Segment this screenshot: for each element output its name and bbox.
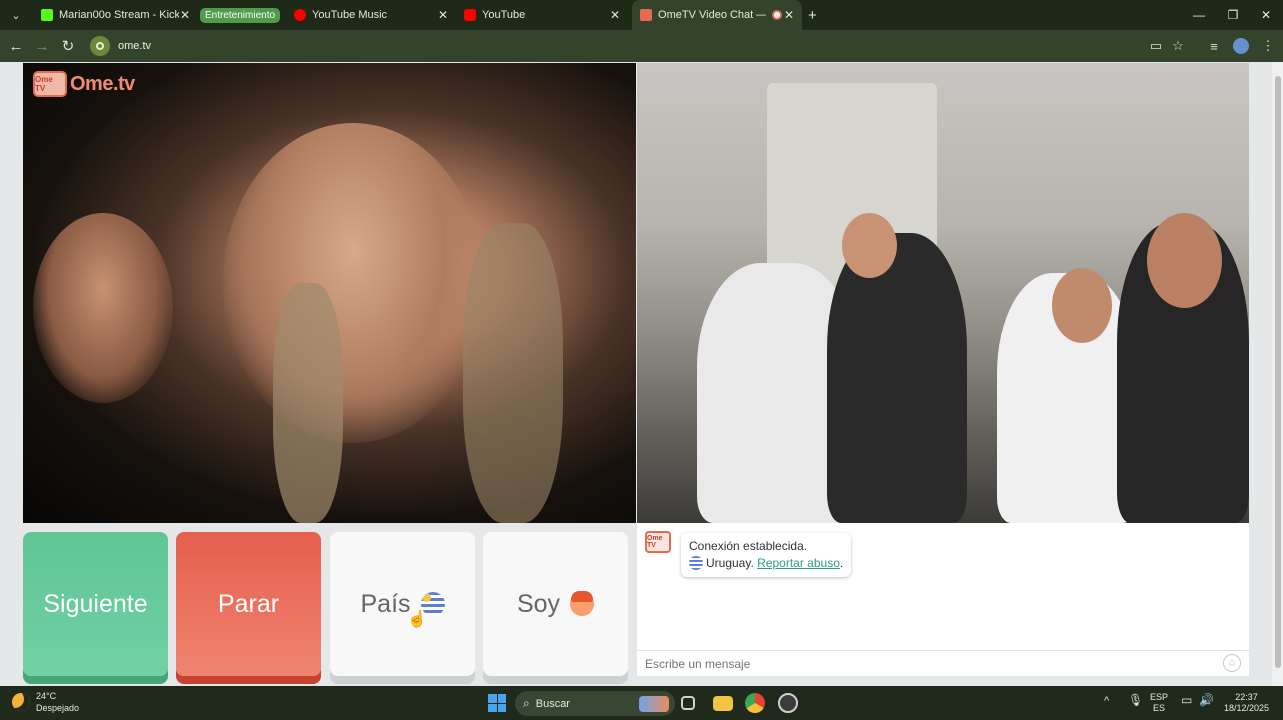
search-highlight-icon: [639, 695, 669, 712]
lang-top: ESP: [1150, 692, 1169, 702]
minimize-button[interactable]: —: [1182, 0, 1216, 30]
cast-icon[interactable]: ▭: [1146, 36, 1166, 56]
person-silhouette: [33, 213, 173, 403]
remote-video: Ome TV Ome.tv: [23, 63, 636, 523]
profile-avatar[interactable]: [1231, 36, 1251, 56]
uruguay-flag-icon: [689, 556, 703, 570]
person-silhouette: [827, 233, 967, 523]
search-label: Buscar: [535, 697, 570, 710]
country-label: País: [360, 589, 411, 618]
emoji-icon[interactable]: ☺: [1223, 654, 1241, 672]
weather-desc: Despejado: [36, 703, 80, 713]
kick-icon: [41, 9, 53, 21]
reload-button[interactable]: ↻: [55, 33, 81, 59]
scroll-thumb[interactable]: [1275, 76, 1281, 668]
message-input[interactable]: [637, 650, 1249, 676]
weather-text: 24°C Despejado: [36, 690, 79, 714]
country-line: Uruguay. Reportar abuso.: [689, 555, 843, 572]
clock-time: 22:37: [1235, 692, 1258, 702]
person-silhouette: [223, 123, 483, 443]
next-button[interactable]: Siguiente: [23, 532, 168, 676]
close-tab-icon[interactable]: ✕: [610, 8, 620, 22]
ometv-icon: [640, 9, 653, 21]
file-explorer-icon[interactable]: [713, 696, 733, 711]
search-icon: ⌕: [523, 696, 530, 710]
volume-icon[interactable]: 🔊: [1199, 694, 1214, 706]
show-hidden-icons-chevron-icon[interactable]: ^: [1104, 696, 1109, 707]
hair-shape: [273, 283, 343, 523]
logo-text: Ome.tv: [70, 72, 135, 95]
tab-label: Marian00o Stream - Kick Dashb: [59, 9, 179, 21]
tab-youtube[interactable]: YouTube ✕: [456, 0, 628, 30]
moon-icon: [12, 693, 30, 711]
youtube-icon: [464, 9, 477, 21]
clock[interactable]: 22:37 18/12/2025: [1224, 692, 1269, 714]
youtube-music-icon: [294, 9, 307, 21]
lang-bottom: ES: [1153, 703, 1166, 713]
tab-label: YouTube Music: [312, 9, 388, 21]
tab-group-entretenimiento[interactable]: Entretenimiento: [200, 7, 281, 23]
tab-label: OmeTV Video Chat — Ome: [658, 9, 766, 21]
media-controls-icon[interactable]: ≡: [1204, 36, 1224, 56]
hair-shape: [463, 223, 563, 523]
chat-panel: Ome TV Conexión establecida. Uruguay. Re…: [637, 523, 1249, 676]
recording-icon: [772, 10, 783, 20]
url-text: ome.tv: [118, 40, 152, 52]
menu-dots-icon[interactable]: ⋮: [1258, 36, 1278, 56]
gender-label: Soy: [516, 589, 561, 618]
face-shape: [1147, 213, 1222, 308]
system-message: Conexión establecida. Uruguay. Reportar …: [681, 533, 852, 577]
connection-status: Conexión establecida.: [689, 539, 808, 553]
back-button[interactable]: ←: [3, 33, 29, 59]
bookmark-star-icon[interactable]: ☆: [1168, 36, 1188, 56]
ometv-tv-icon: Ome TV: [33, 71, 67, 97]
weather-temp: 24°C: [36, 691, 57, 701]
close-tab-icon[interactable]: ✕: [784, 8, 794, 22]
ometv-logo[interactable]: Ome TV Ome.tv: [33, 71, 135, 97]
country-button[interactable]: País: [330, 532, 475, 676]
address-bar[interactable]: ome.tv: [86, 34, 1146, 58]
chrome-icon[interactable]: [745, 693, 765, 713]
stop-label: Parar: [217, 589, 280, 618]
windows-start-icon[interactable]: [488, 694, 506, 712]
ometv-chat-icon: Ome TV: [645, 531, 671, 553]
face-shape: [842, 213, 897, 278]
microphone-icon[interactable]: 🎙: [1128, 694, 1143, 706]
taskbar-search[interactable]: ⌕ Buscar: [515, 691, 675, 716]
face-shape: [1052, 268, 1112, 343]
report-abuse-link[interactable]: Reportar abuso: [757, 556, 840, 570]
close-tab-icon[interactable]: ✕: [438, 8, 448, 22]
tab-strip: ⌄ Marian00o Stream - Kick Dashb ✕ Entret…: [0, 0, 1283, 30]
country-name: Uruguay.: [706, 556, 754, 570]
tab-kick-dashboard[interactable]: Marian00o Stream - Kick Dashb ✕: [33, 0, 198, 30]
language-indicator[interactable]: ESP ES: [1150, 692, 1168, 714]
clock-date: 18/12/2025: [1224, 703, 1270, 713]
page-content: Ome TV Ome.tv Siguiente Parar País Soy ☝…: [0, 62, 1283, 686]
windows-taskbar: 24°C Despejado ⌕ Buscar ^ 🎙 ESP ES ▭ 🔊 2…: [0, 686, 1283, 720]
close-tab-icon[interactable]: ✕: [180, 8, 190, 22]
gender-button[interactable]: Soy: [483, 532, 628, 676]
new-tab-button[interactable]: +: [802, 0, 823, 30]
obs-icon[interactable]: [778, 693, 798, 713]
site-info-icon[interactable]: [90, 36, 110, 56]
task-view-icon[interactable]: [681, 696, 695, 710]
stop-button[interactable]: Parar: [176, 532, 321, 676]
close-window-button[interactable]: ✕: [1249, 0, 1283, 30]
browser-toolbar: ← → ↻ ome.tv ▭ ☆ ≡ ⋮: [0, 30, 1283, 62]
local-video: [637, 63, 1249, 523]
tab-search-chevron-icon[interactable]: ⌄: [3, 4, 29, 26]
next-label: Siguiente: [43, 589, 148, 618]
boy-avatar-icon: [570, 591, 595, 616]
forward-button[interactable]: →: [29, 33, 55, 59]
tab-label: YouTube: [482, 9, 526, 21]
tab-youtube-music[interactable]: YouTube Music ✕: [286, 0, 456, 30]
page-scrollbar[interactable]: [1272, 62, 1283, 686]
weather-widget[interactable]: 24°C Despejado: [12, 690, 79, 714]
network-icon[interactable]: ▭: [1181, 694, 1192, 706]
tab-ometv[interactable]: OmeTV Video Chat — Ome ✕: [632, 0, 803, 30]
hand-cursor-icon: ☝: [407, 611, 427, 628]
restore-button[interactable]: ❐: [1216, 0, 1250, 30]
